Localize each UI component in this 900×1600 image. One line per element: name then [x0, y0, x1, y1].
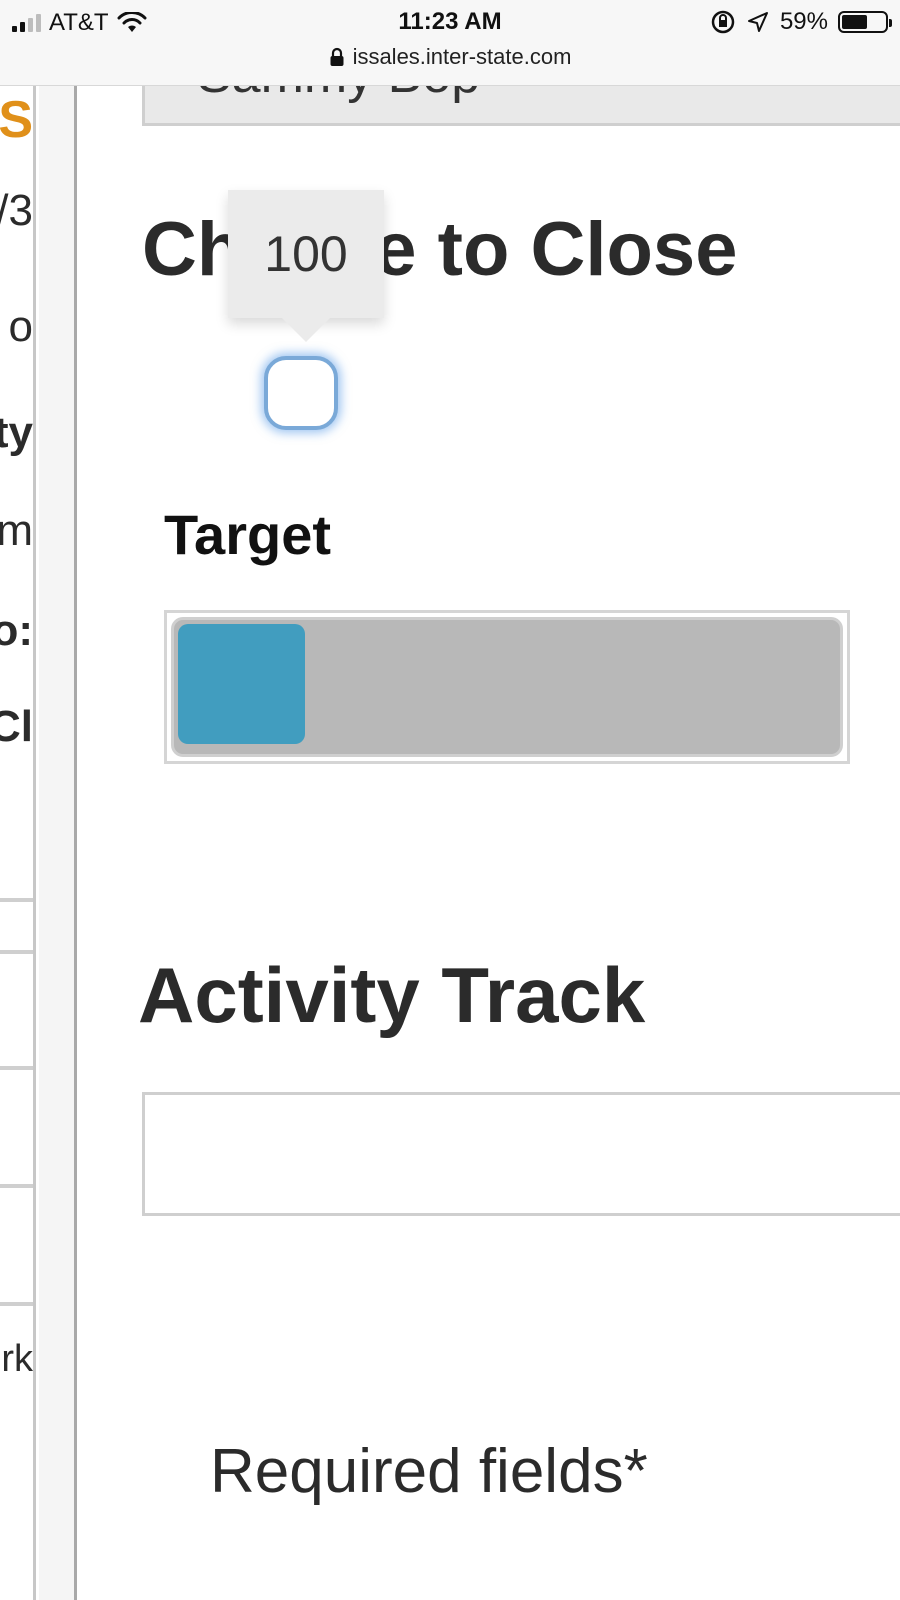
- tooltip-arrow: [282, 318, 330, 342]
- orientation-lock-icon: [711, 10, 735, 34]
- divider: [0, 898, 33, 902]
- clipped-fragment: o: [8, 302, 33, 351]
- address-bar[interactable]: issales.inter-state.com: [0, 44, 900, 70]
- clipped-fragment: o:: [0, 606, 33, 655]
- slider-value-tooltip: 100: [228, 190, 384, 318]
- target-track[interactable]: [171, 617, 843, 757]
- divider: [0, 1184, 33, 1188]
- required-fields-note: Required fields*: [210, 1437, 648, 1506]
- battery-icon: [838, 11, 892, 33]
- battery-percent: 59%: [779, 8, 828, 35]
- url-text: issales.inter-state.com: [352, 44, 572, 69]
- tooltip-value: 100: [264, 226, 348, 282]
- battery-level: [842, 15, 867, 29]
- activity-track-input[interactable]: [142, 1092, 900, 1216]
- chance-slider-handle[interactable]: [264, 356, 338, 430]
- divider: [0, 950, 33, 954]
- panel-gutter: [39, 86, 77, 1600]
- activity-track-heading: Activity Track: [138, 951, 646, 1039]
- clipped-fragment: /3: [0, 186, 33, 235]
- ios-status-bar: AT&T 11:23 AM 59% issales.inter-state.co…: [0, 0, 900, 86]
- divider: [0, 1302, 33, 1306]
- divider: [0, 1066, 33, 1070]
- lock-icon: [330, 47, 344, 66]
- location-arrow-icon: [747, 12, 768, 32]
- clipped-fragment: ty: [0, 408, 33, 457]
- contact-field[interactable]: Sammy Bop: [142, 86, 900, 126]
- target-label: Target: [164, 503, 331, 566]
- clipped-fragment: m: [0, 506, 33, 555]
- form-pane: Sammy Bop Chance to Close 100 Target Act…: [80, 86, 900, 1600]
- target-slider[interactable]: [164, 610, 850, 764]
- target-fill[interactable]: [178, 624, 305, 744]
- contact-field-value: Sammy Bop: [197, 86, 480, 105]
- left-clipped-panel: S /3 o ty m o: Cl rk: [0, 86, 36, 1600]
- clipped-fragment: Cl: [0, 702, 33, 751]
- status-icons: 59%: [710, 6, 892, 38]
- clipped-fragment: S: [0, 91, 33, 149]
- clipped-fragment: rk: [1, 1338, 33, 1380]
